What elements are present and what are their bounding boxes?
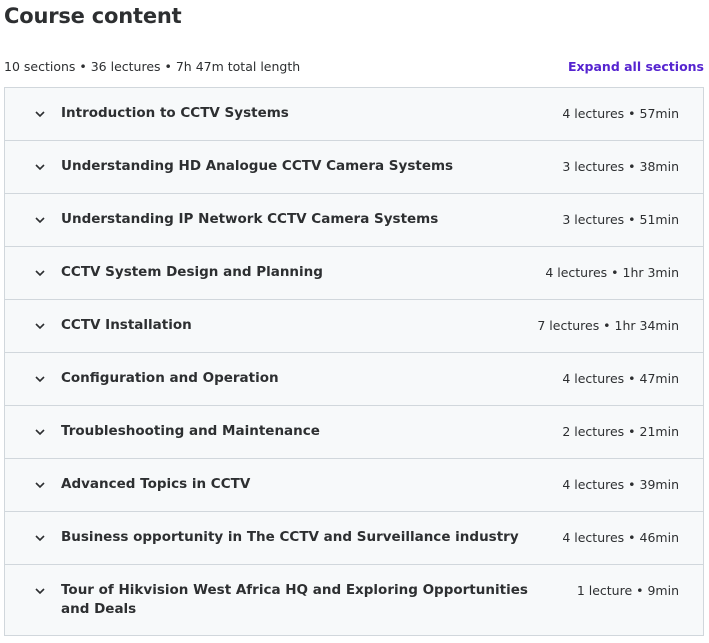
- section-row[interactable]: Introduction to CCTV Systems 4 lectures …: [5, 88, 703, 141]
- section-title: Tour of Hikvision West Africa HQ and Exp…: [61, 582, 528, 617]
- chevron-down-icon: [35, 482, 45, 489]
- section-row[interactable]: CCTV Installation 7 lectures • 1hr 34min: [5, 300, 703, 353]
- section-row[interactable]: Understanding IP Network CCTV Camera Sys…: [5, 194, 703, 247]
- chevron-down-icon: [35, 164, 45, 171]
- expand-all-sections-button[interactable]: Expand all sections: [568, 58, 704, 76]
- chevron-down-icon: [35, 376, 45, 383]
- chevron-down-icon: [35, 111, 45, 118]
- section-title: Understanding HD Analogue CCTV Camera Sy…: [61, 158, 454, 174]
- section-info: 4 lectures • 46min: [562, 530, 679, 545]
- section-row[interactable]: Advanced Topics in CCTV 4 lectures • 39m…: [5, 459, 703, 512]
- section-row[interactable]: Understanding HD Analogue CCTV Camera Sy…: [5, 141, 703, 194]
- section-title: Configuration and Operation: [61, 370, 279, 386]
- page-title: Course content: [4, 4, 182, 28]
- course-summary: 10 sections • 36 lectures • 7h 47m total…: [4, 59, 301, 74]
- section-row[interactable]: Troubleshooting and Maintenance 2 lectur…: [5, 406, 703, 459]
- section-list: Introduction to CCTV Systems 4 lectures …: [4, 87, 704, 636]
- section-info: 4 lectures • 57min: [562, 106, 679, 121]
- section-info: 3 lectures • 51min: [562, 212, 679, 227]
- section-info: 3 lectures • 38min: [562, 159, 679, 174]
- section-info: 1 lecture • 9min: [576, 583, 679, 598]
- section-info: 4 lectures • 47min: [562, 371, 679, 386]
- section-row[interactable]: Configuration and Operation 4 lectures •…: [5, 353, 703, 406]
- section-row[interactable]: Business opportunity in The CCTV and Sur…: [5, 512, 703, 565]
- section-title: Advanced Topics in CCTV: [61, 476, 251, 492]
- chevron-down-icon: [35, 270, 45, 277]
- chevron-down-icon: [35, 217, 45, 224]
- course-content-panel: Course content 10 sections • 36 lectures…: [0, 0, 709, 643]
- section-info: 2 lectures • 21min: [562, 424, 679, 439]
- section-title: CCTV Installation: [61, 317, 192, 333]
- section-row[interactable]: Tour of Hikvision West Africa HQ and Exp…: [5, 565, 703, 636]
- section-title: Understanding IP Network CCTV Camera Sys…: [61, 211, 439, 227]
- chevron-down-icon: [35, 535, 45, 542]
- section-row[interactable]: CCTV System Design and Planning 4 lectur…: [5, 247, 703, 300]
- section-info: 4 lectures • 1hr 3min: [545, 265, 679, 280]
- section-title: Introduction to CCTV Systems: [61, 105, 289, 121]
- chevron-down-icon: [35, 323, 45, 330]
- section-title: Troubleshooting and Maintenance: [61, 423, 320, 439]
- section-info: 4 lectures • 39min: [562, 477, 679, 492]
- chevron-down-icon: [35, 588, 45, 595]
- section-title: Business opportunity in The CCTV and Sur…: [61, 529, 519, 545]
- chevron-down-icon: [35, 429, 45, 436]
- section-info: 7 lectures • 1hr 34min: [537, 318, 679, 333]
- section-title: CCTV System Design and Planning: [61, 264, 323, 280]
